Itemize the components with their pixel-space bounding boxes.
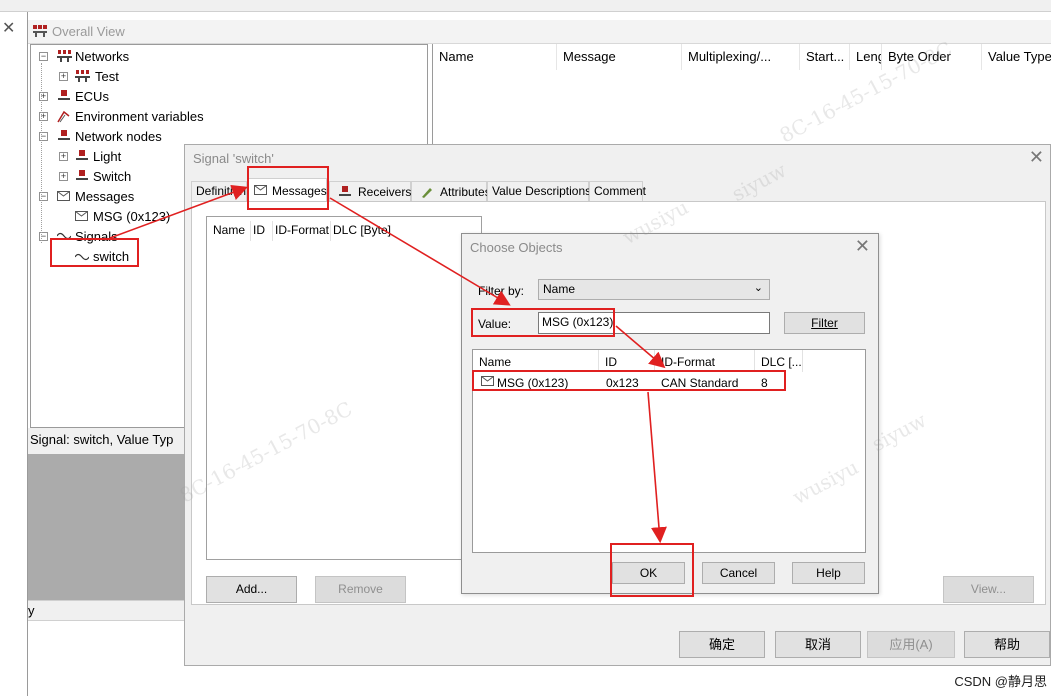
- filter-by-label: Filter by:: [478, 284, 525, 298]
- tree-label-messages: Messages: [75, 189, 135, 204]
- credit-text: CSDN @静月思: [954, 674, 1047, 689]
- column-header-id[interactable]: ID: [251, 221, 273, 241]
- choose-objects-dialog: Choose Objects ✕ Filter by: Name ⌄ Value…: [461, 233, 879, 594]
- tree-item-networks[interactable]: − Networks: [37, 47, 237, 67]
- tree-label-test: Test: [95, 69, 119, 84]
- column-header-dlc[interactable]: DLC [...: [755, 350, 803, 372]
- column-header-message[interactable]: Message: [557, 44, 682, 70]
- column-header-name[interactable]: Name: [473, 350, 599, 372]
- tree-label-env-vars: Environment variables: [75, 109, 204, 124]
- tree-item-environment-variables[interactable]: + Environment variables: [37, 107, 257, 127]
- pencil-icon: [422, 188, 432, 198]
- filter-button[interactable]: Filter: [784, 312, 865, 334]
- tree-label-light: Light: [93, 149, 122, 164]
- overall-view-titlebar: Overall View: [28, 20, 1051, 44]
- node-icon: [339, 186, 351, 196]
- column-header-id[interactable]: ID: [599, 350, 655, 372]
- tab-attributes[interactable]: Attributes: [411, 181, 491, 201]
- choose-dialog-title: Choose Objects: [470, 240, 563, 255]
- status-bar: Signal: switch, Value Typ: [28, 428, 188, 454]
- tree-label-msg: MSG (0x123): [93, 209, 171, 224]
- bottom-status-strip: y: [28, 600, 188, 620]
- apply-button[interactable]: 应用(A): [867, 631, 955, 658]
- tree-label-network-nodes: Network nodes: [75, 129, 162, 144]
- chevron-down-icon: ⌄: [753, 282, 763, 294]
- overall-view-title: Overall View: [52, 24, 125, 39]
- ok-button[interactable]: 确定: [679, 631, 765, 658]
- tree-label-ecus: ECUs: [75, 89, 109, 104]
- column-header-name[interactable]: Name: [433, 44, 557, 70]
- column-header-start[interactable]: Start...: [800, 44, 850, 70]
- node-icon: [76, 150, 88, 160]
- column-header-id-format[interactable]: ID-Format: [273, 221, 331, 241]
- signal-list-pane[interactable]: Name Message Multiplexing/... Start... L…: [432, 44, 1051, 144]
- network-icon: [57, 50, 72, 62]
- close-icon[interactable]: ✕: [1029, 147, 1044, 168]
- tab-attributes-label: Attributes: [440, 185, 491, 199]
- view-button[interactable]: View...: [943, 576, 1034, 603]
- annotation-box-messages-tab: [247, 166, 329, 210]
- node-icon: [76, 170, 88, 180]
- expand-icon[interactable]: +: [59, 72, 68, 81]
- annotation-box-switch: [50, 238, 139, 267]
- tree-label-switch-node: Switch: [93, 169, 132, 184]
- filter-by-select[interactable]: Name ⌄: [538, 279, 770, 300]
- annotation-box-ok: [610, 543, 694, 597]
- cancel-button[interactable]: 取消: [775, 631, 861, 658]
- collapse-icon[interactable]: −: [39, 52, 48, 61]
- tab-value-descriptions[interactable]: Value Descriptions: [487, 181, 591, 201]
- annotation-box-result-row: [472, 370, 786, 391]
- column-header-id-format[interactable]: ID-Format: [655, 350, 755, 372]
- expand-icon[interactable]: +: [59, 152, 68, 161]
- signal-dialog-title: Signal 'switch': [193, 151, 274, 166]
- column-header-length[interactable]: Leng...: [850, 44, 882, 70]
- help-button[interactable]: Help: [792, 562, 865, 584]
- column-header-value-type[interactable]: Value Type: [982, 44, 1051, 70]
- tab-receivers[interactable]: Receivers: [329, 181, 411, 201]
- envelope-icon: [75, 211, 88, 221]
- tree-label-networks: Networks: [75, 49, 130, 64]
- envelope-icon: [57, 191, 70, 201]
- env-variable-icon: [57, 110, 70, 123]
- close-icon[interactable]: ✕: [855, 236, 870, 257]
- empty-mdi-area: [28, 454, 188, 600]
- node-icon: [58, 130, 70, 140]
- close-icon[interactable]: ✕: [2, 18, 15, 38]
- network-icon: [75, 70, 90, 82]
- tab-definition[interactable]: Definition: [191, 181, 247, 201]
- top-toolbar: [0, 0, 1051, 12]
- tab-comment[interactable]: Comment: [589, 181, 646, 201]
- network-icon: [33, 25, 47, 37]
- add-button[interactable]: Add...: [206, 576, 297, 603]
- column-header-multiplexing[interactable]: Multiplexing/...: [682, 44, 800, 70]
- bottom-panel: [28, 620, 188, 696]
- filter-by-value: Name: [543, 282, 576, 296]
- expand-icon[interactable]: +: [59, 172, 68, 181]
- tree-item-ecus[interactable]: + ECUs: [37, 87, 237, 107]
- column-header-dlc[interactable]: DLC [Byte]: [331, 221, 401, 241]
- annotation-box-value: [471, 308, 615, 337]
- ecu-icon: [58, 90, 70, 100]
- cancel-button[interactable]: Cancel: [702, 562, 775, 584]
- tab-receivers-label: Receivers: [358, 185, 412, 199]
- remove-button[interactable]: Remove: [315, 576, 406, 603]
- column-header-name[interactable]: Name: [211, 221, 251, 241]
- tree-guide-line: [41, 63, 42, 243]
- tree-item-test[interactable]: + Test: [57, 67, 257, 87]
- message-list[interactable]: Name ID ID-Format DLC [Byte]: [206, 216, 482, 560]
- left-panel-strip: [0, 12, 28, 696]
- help-button[interactable]: 帮助: [964, 631, 1050, 658]
